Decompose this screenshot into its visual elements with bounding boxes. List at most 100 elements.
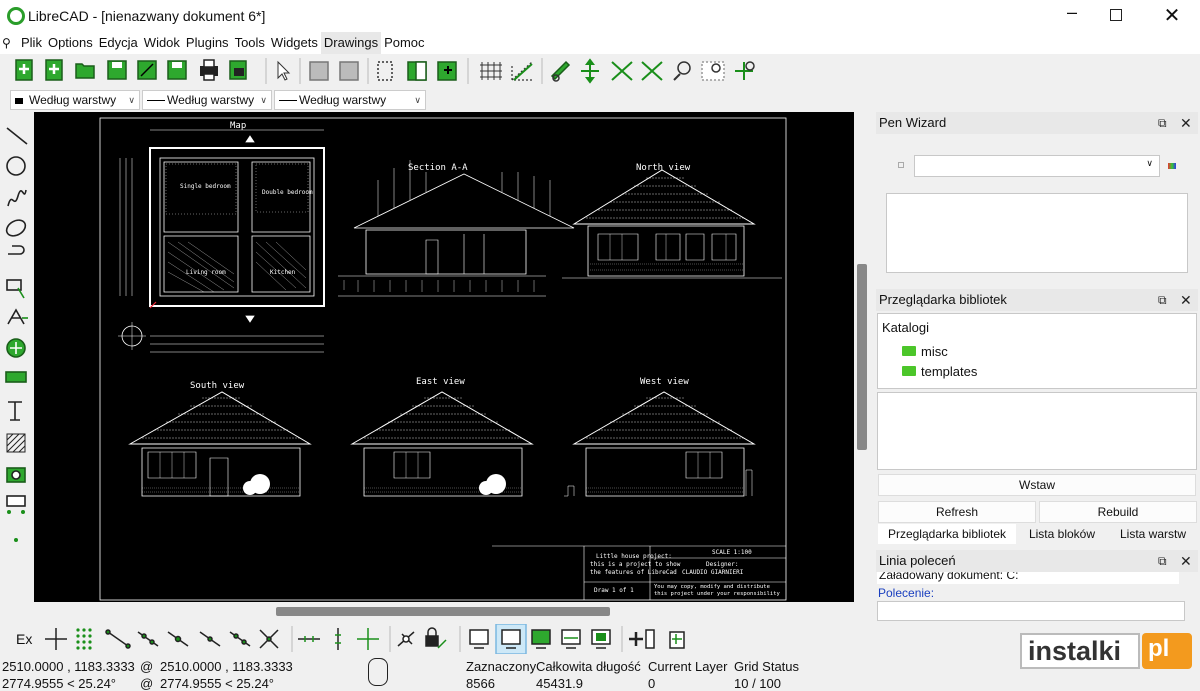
close-icon[interactable]: ✕ [1180,289,1192,311]
minimize-button[interactable]: – [1060,2,1084,30]
relative-zero-icon[interactable] [397,631,415,647]
watermark-text: instalki [1028,636,1122,666]
menu-pomoc[interactable]: Pomoc [381,32,427,54]
zoom-out-icon[interactable] [611,61,633,81]
copy-icon[interactable] [309,61,329,81]
vertical-scroll-thumb[interactable] [857,264,867,450]
snap-middle-icon[interactable] [199,631,221,647]
view-print-preview-icon[interactable] [531,629,551,649]
tab-block-list[interactable]: Lista bloków [1018,524,1106,544]
add-row-icon[interactable] [629,629,655,649]
pen-palette-combo[interactable]: ∨ [914,155,1160,177]
rebuild-button[interactable]: Rebuild [1039,501,1197,523]
float-icon[interactable]: ⧉ [1158,289,1167,311]
block-tool-icon[interactable] [6,495,26,514]
view-normal-icon[interactable] [469,629,489,649]
command-input[interactable] [877,601,1185,621]
open-file-icon[interactable] [75,63,95,79]
insert-button[interactable]: Wstaw [878,474,1196,496]
zoom-menu-icon[interactable]: ⚲ [2,36,11,50]
redo-icon[interactable] [437,61,457,81]
drawing-canvas[interactable]: Map Section A-A North view South view Ea… [34,112,854,602]
view-draft-icon[interactable] [495,624,527,654]
snap-exclusive-button[interactable]: Ex [16,631,32,647]
menu-widgets[interactable]: Widgets [268,32,321,54]
new-file-icon[interactable] [15,59,33,81]
line-tool-icon[interactable] [6,127,28,145]
menu-tools[interactable]: Tools [232,32,268,54]
zoom-in-icon[interactable] [581,58,599,84]
view-lines-icon[interactable] [561,629,581,649]
line-width-combo[interactable]: Według warstwy ∨ [142,90,272,110]
menu-options[interactable]: Options [45,32,96,54]
refresh-button[interactable]: Refresh [878,501,1036,523]
save-icon[interactable] [107,60,127,80]
zoom-previous-icon[interactable] [673,61,691,81]
snap-on-entity-icon[interactable] [137,631,159,647]
float-icon[interactable]: ⧉ [1158,112,1167,134]
menu-drawings[interactable]: Drawings [320,32,382,54]
circle-tool-icon[interactable] [6,156,26,176]
paste-icon[interactable] [339,61,359,81]
select-pointer-icon[interactable] [277,60,291,81]
snap-center-icon[interactable] [167,631,189,647]
dimension-tool-icon[interactable] [7,308,28,325]
cut-icon[interactable] [377,61,393,81]
draft-mode-icon[interactable] [511,61,533,81]
snap-intersection-icon[interactable] [259,629,279,649]
grid-icon[interactable] [480,62,502,80]
print-icon[interactable] [200,59,218,81]
save-all-icon[interactable] [167,60,187,80]
color-palette-icon[interactable] [1168,163,1176,169]
zoom-window-icon[interactable] [701,61,725,81]
insert-block-icon[interactable] [669,631,685,649]
curve-tool-icon[interactable] [7,189,27,207]
image-tool-icon[interactable] [6,467,26,483]
print-preview-icon[interactable] [229,60,247,80]
pen-wizard-list[interactable] [886,193,1188,273]
hatch-tool-icon[interactable] [6,433,26,453]
float-icon[interactable]: ⧉ [1158,550,1167,572]
close-icon[interactable]: ✕ [1180,550,1192,572]
tab-layer-list[interactable]: Lista warstw [1108,524,1198,544]
ellipse-tool-icon[interactable] [4,217,28,239]
menu-edycja[interactable]: Edycja [96,32,141,54]
horizontal-scroll-thumb[interactable] [276,607,610,616]
zoom-pan-icon[interactable] [735,61,755,80]
snap-free-icon[interactable] [45,628,67,650]
maximize-button[interactable] [1110,9,1122,21]
new-template-icon[interactable] [45,59,63,81]
line-type-combo[interactable]: Według warstwy ∨ [274,90,426,110]
restrict-orthogonal-icon[interactable] [357,628,379,650]
text-tool-icon[interactable] [8,401,22,421]
polyline-tool-icon[interactable] [8,245,25,255]
menu-plugins[interactable]: Plugins [183,32,232,54]
tree-item-misc[interactable]: misc [902,344,948,359]
select-tool-icon[interactable] [6,279,25,299]
undo-icon[interactable] [407,61,427,81]
layer-color-combo[interactable]: Według warstwy ∨ [10,90,140,110]
snap-endpoint-icon[interactable] [105,629,131,649]
snap-grid-icon[interactable] [76,628,92,650]
point-tool-icon[interactable] [14,538,18,542]
measure-tool-icon[interactable] [5,371,27,383]
chevron-down-icon: ∨ [414,95,421,105]
zoom-auto-icon[interactable] [641,61,663,81]
menu-plik[interactable]: Plik [18,32,45,54]
redraw-icon[interactable] [550,60,571,82]
menu-widok[interactable]: Widok [141,32,183,54]
lock-relative-zero-icon[interactable] [425,627,447,649]
vertical-scrollbar[interactable] [854,112,870,602]
restrict-vertical-icon[interactable] [335,628,341,650]
save-as-icon[interactable] [137,60,157,80]
view-fill-icon[interactable] [591,629,611,649]
close-icon[interactable]: ✕ [1180,112,1192,134]
snap-distance-icon[interactable] [229,631,251,647]
horizontal-scrollbar[interactable] [34,602,854,620]
close-window-button[interactable]: ✕ [1160,3,1184,28]
modify-tool-icon[interactable] [6,338,26,358]
tab-library-browser[interactable]: Przeglądarka bibliotek [878,524,1016,544]
tree-item-templates[interactable]: templates [902,364,977,379]
restrict-horizontal-icon[interactable] [298,636,320,642]
library-tree[interactable]: Katalogi misc templates [877,313,1197,389]
